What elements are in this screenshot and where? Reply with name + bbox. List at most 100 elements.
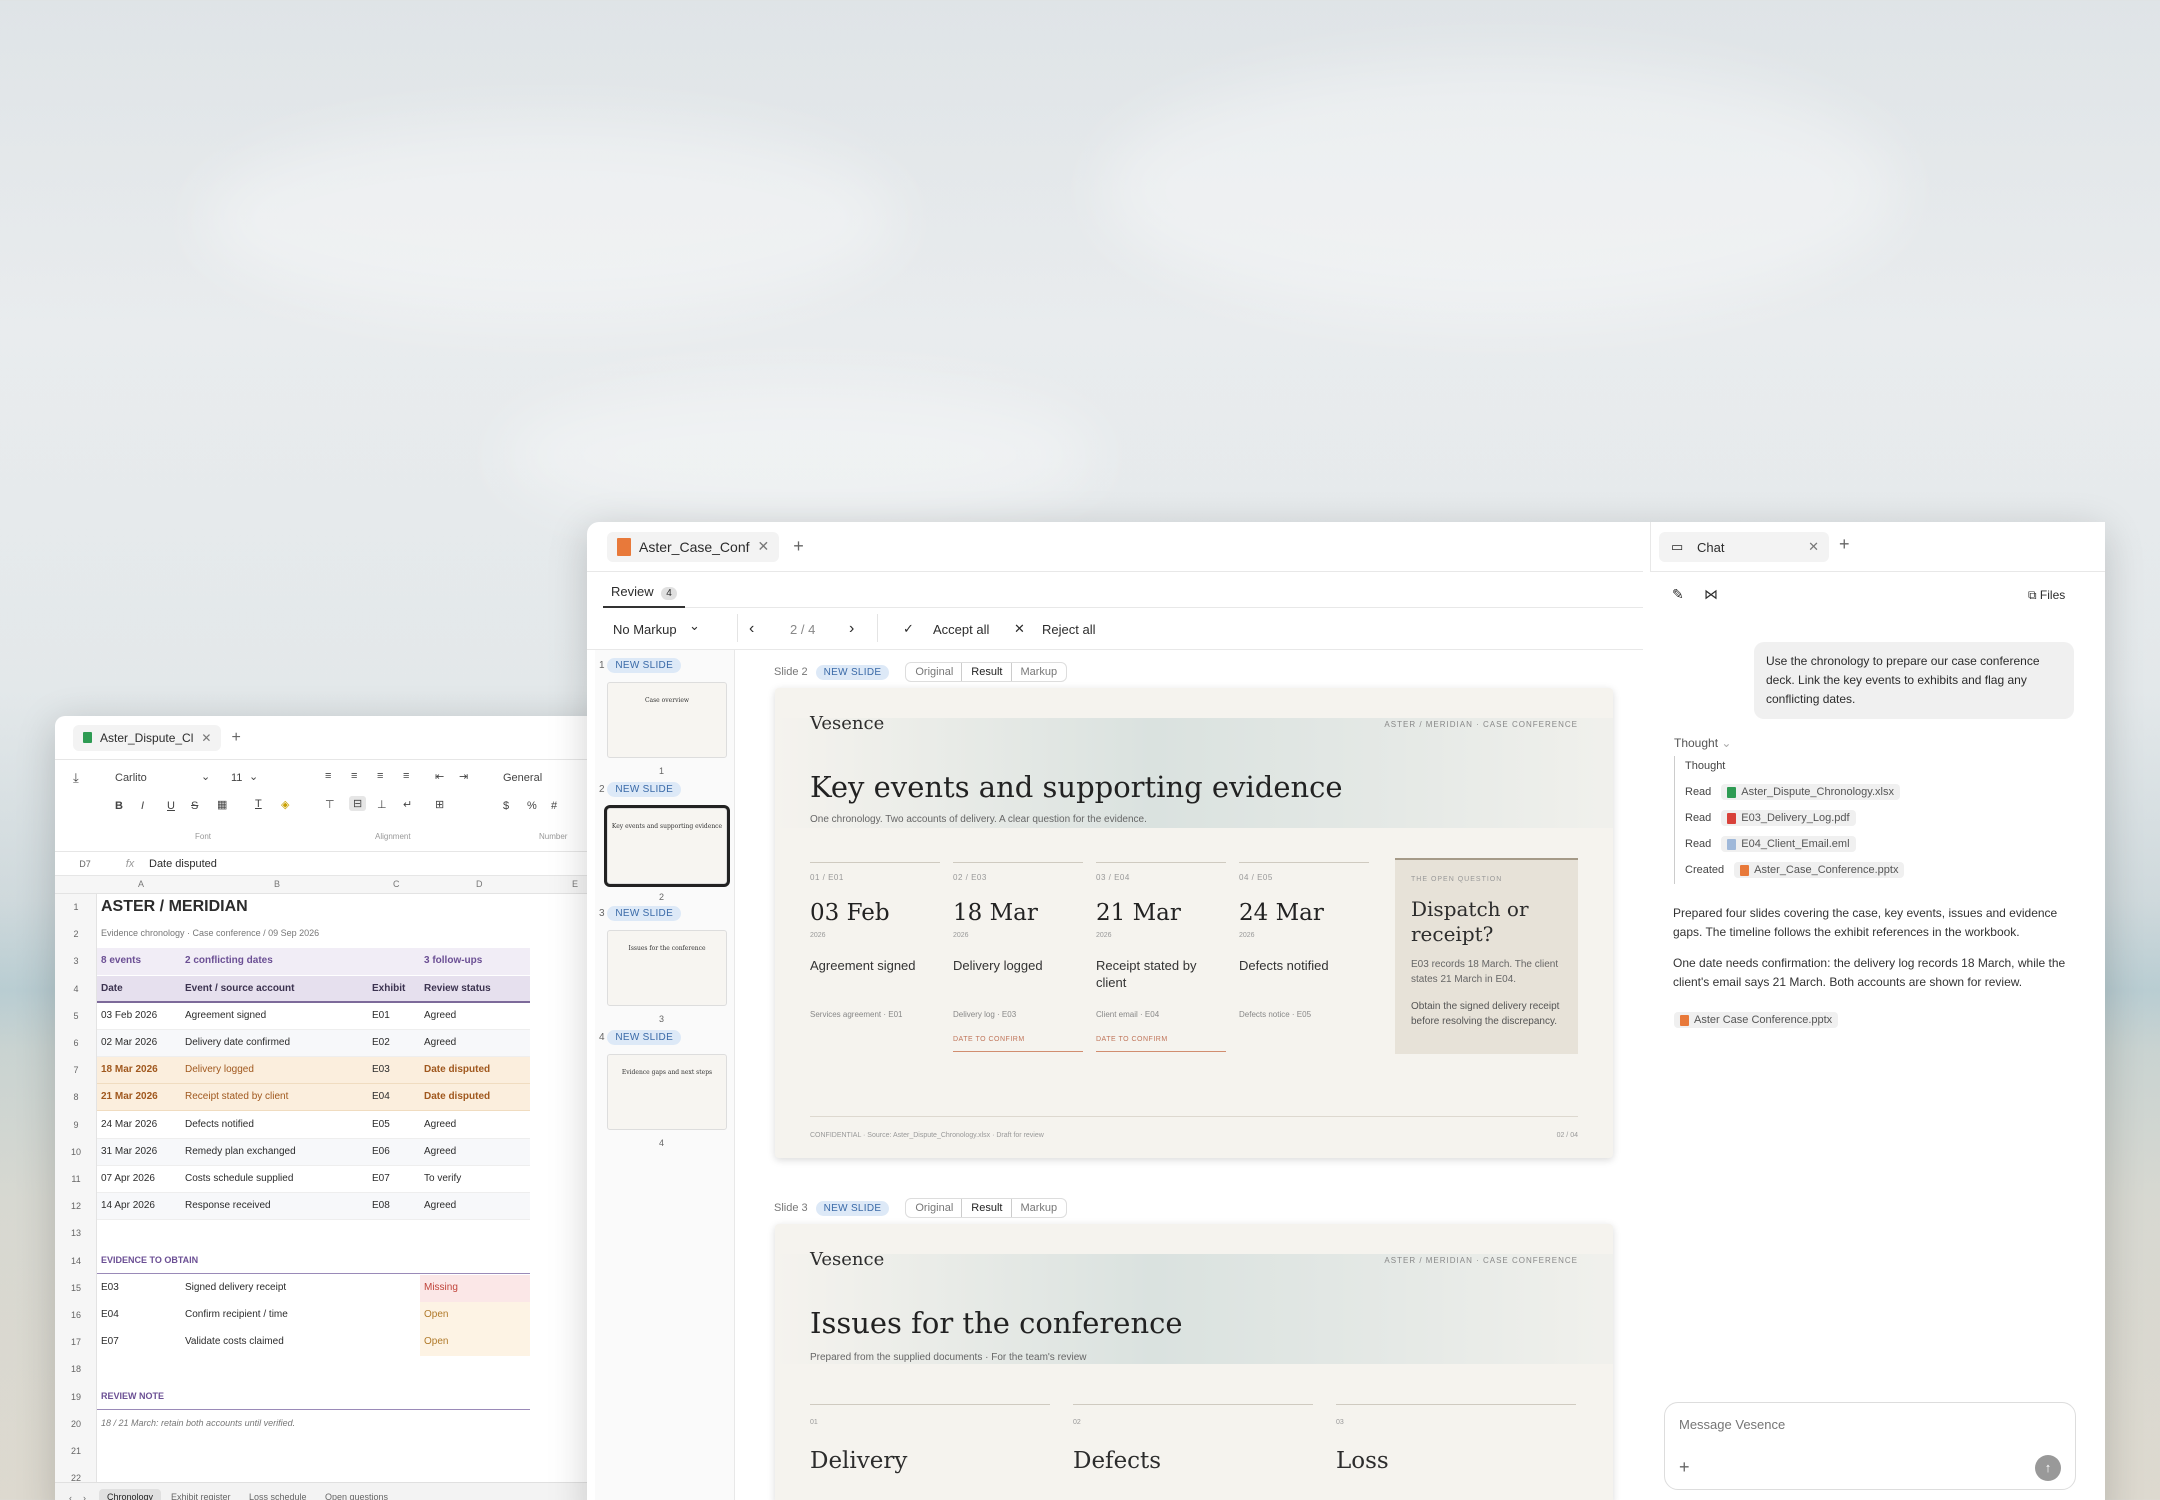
row-number[interactable]: 19 [55,1392,97,1402]
table-cell[interactable]: 24 Mar 2026 [101,1119,157,1130]
file-chip[interactable]: E04_Client_Email.eml [1721,836,1856,852]
evidence-item[interactable]: Signed delivery receipt [185,1282,286,1293]
sheet-tab-open-questions[interactable]: Open questions [325,1492,388,1500]
wrap-text-icon[interactable]: ↵ [403,798,412,811]
table-cell[interactable]: Date disputed [424,1064,490,1075]
prev-sheet-icon[interactable]: ‹ [69,1493,72,1500]
indent-icon[interactable]: ⇥ [459,770,468,783]
row-number[interactable]: 6 [55,1038,97,1048]
markup-view-button[interactable]: Markup [1011,663,1066,681]
row-number[interactable]: 21 [55,1446,97,1456]
fill-color-icon[interactable]: ◈ [281,798,289,811]
chat-tab[interactable]: ▭ Chat ✕ [1659,532,1829,562]
table-cell[interactable]: E03 [372,1064,390,1075]
row-number[interactable]: 3 [55,956,97,966]
column-header[interactable]: C [393,879,400,889]
table-cell[interactable]: Agreement signed [185,1010,266,1021]
font-size-select[interactable]: 11 [231,772,242,784]
strikethrough-icon[interactable]: S [191,800,198,812]
slide-thumbnail-2[interactable]: Key events and supporting evidence [607,808,727,884]
reject-all-button[interactable]: Reject all [1042,622,1095,637]
align-right-icon[interactable]: ≡ [377,770,383,782]
previous-change-icon[interactable]: ‹ [749,620,754,638]
table-cell[interactable]: Defects notified [185,1119,254,1130]
file-chip[interactable]: E03_Delivery_Log.pdf [1721,810,1856,826]
table-cell[interactable]: E05 [372,1119,390,1130]
table-cell[interactable]: 02 Mar 2026 [101,1037,157,1048]
row-number[interactable]: 20 [55,1419,97,1429]
original-view-button[interactable]: Original [906,663,962,681]
row-number[interactable]: 16 [55,1310,97,1320]
file-chip[interactable]: Aster_Case_Conference.pptx [1734,862,1905,878]
share-icon[interactable]: ⋈ [1704,586,1718,603]
row-number[interactable]: 5 [55,1011,97,1021]
sheet-tab-exhibit-register[interactable]: Exhibit register [171,1492,231,1500]
slide-2-canvas[interactable]: Vesence ASTER / MERIDIAN · CASE CONFEREN… [775,688,1613,1158]
table-cell[interactable]: 14 Apr 2026 [101,1200,155,1211]
column-header[interactable]: B [274,879,280,889]
borders-icon[interactable]: ▦ [217,798,227,811]
send-arrow-icon[interactable]: ↑ [2035,1455,2061,1481]
files-button[interactable]: ⧉ Files [2028,588,2065,603]
table-cell[interactable]: 07 Apr 2026 [101,1173,155,1184]
row-number[interactable]: 2 [55,929,97,939]
bold-icon[interactable]: B [115,800,123,812]
evidence-item[interactable]: Confirm recipient / time [185,1309,288,1320]
table-cell[interactable]: Agreed [424,1119,456,1130]
underline-icon[interactable]: U [167,800,175,812]
download-icon[interactable]: ⤓ [73,770,79,786]
review-tab[interactable]: Review 4 [603,572,685,608]
row-number[interactable]: 9 [55,1120,97,1130]
file-chip[interactable]: Aster_Dispute_Chronology.xlsx [1721,784,1900,800]
accept-all-button[interactable]: Accept all [933,622,989,637]
summary-cell[interactable]: 3 follow-ups [424,955,482,966]
slide-thumbnail-1[interactable]: Case overview [607,682,727,758]
event-card[interactable]: 02 / E03 18 Mar 2026 Delivery logged Deliver… [953,862,1083,1052]
table-cell[interactable]: E01 [372,1010,390,1021]
review-note[interactable]: 18 / 21 March: retain both accounts unti… [101,1418,295,1428]
event-card[interactable]: 04 / E05 24 Mar 2026 Defects notified Defect… [1239,862,1369,1019]
align-justify-icon[interactable]: ≡ [403,770,409,782]
row-number[interactable]: 18 [55,1364,97,1374]
row-number[interactable]: 10 [55,1147,97,1157]
close-tab-icon[interactable]: ✕ [201,731,211,745]
cell-reference[interactable]: D7 [55,859,115,869]
slide-thumbnail-3[interactable]: Issues for the conference [607,930,727,1006]
summary-cell[interactable]: 8 events [101,955,141,966]
row-number[interactable]: 15 [55,1283,97,1293]
text-color-icon[interactable]: T [255,798,262,810]
table-cell[interactable]: Response received [185,1200,271,1211]
number-format-select[interactable]: General [503,772,542,784]
table-cell[interactable]: Delivery logged [185,1064,254,1075]
event-card[interactable]: 03 / E04 21 Mar 2026 Receipt stated by clie… [1096,862,1226,1052]
merge-cells-icon[interactable]: ⊞ [435,798,444,811]
event-card[interactable]: 01 / E01 03 Feb 2026 Agreement signed Servic… [810,862,940,1019]
align-left-icon[interactable]: ≡ [325,770,331,782]
italic-icon[interactable]: I [141,800,144,812]
valign-bottom-icon[interactable]: ⊥ [377,798,387,811]
valign-middle-icon[interactable]: ⊟ [349,796,367,811]
outdent-icon[interactable]: ⇤ [435,770,444,783]
row-number[interactable]: 7 [55,1065,97,1075]
sheet-title[interactable]: ASTER / MERIDIAN [101,898,248,916]
table-cell[interactable]: E04 [372,1091,390,1102]
font-name-select[interactable]: Carlito [115,772,147,784]
table-cell[interactable]: Remedy plan exchanged [185,1146,296,1157]
row-number[interactable]: 8 [55,1092,97,1102]
table-cell[interactable]: Receipt stated by client [185,1091,288,1102]
sheet-subtitle[interactable]: Evidence chronology · Case conference / … [101,928,319,938]
row-number[interactable]: 14 [55,1256,97,1266]
result-view-button[interactable]: Result [962,663,1012,681]
row-number[interactable]: 13 [55,1228,97,1238]
formula-input[interactable]: Date disputed [145,858,217,870]
summary-cell[interactable]: 2 conflicting dates [185,955,273,966]
next-change-icon[interactable]: › [849,620,854,638]
slide-3-canvas[interactable]: Vesence ASTER / MERIDIAN · CASE CONFEREN… [775,1224,1613,1500]
table-cell[interactable]: To verify [424,1173,461,1184]
table-cell[interactable]: 21 Mar 2026 [101,1091,158,1102]
message-input[interactable] [1679,1417,2039,1432]
valign-top-icon[interactable]: ⊤ [325,798,335,811]
column-header[interactable]: E [572,879,578,889]
evidence-item[interactable]: Validate costs claimed [185,1336,284,1347]
column-header-cell[interactable]: Date [101,983,123,994]
